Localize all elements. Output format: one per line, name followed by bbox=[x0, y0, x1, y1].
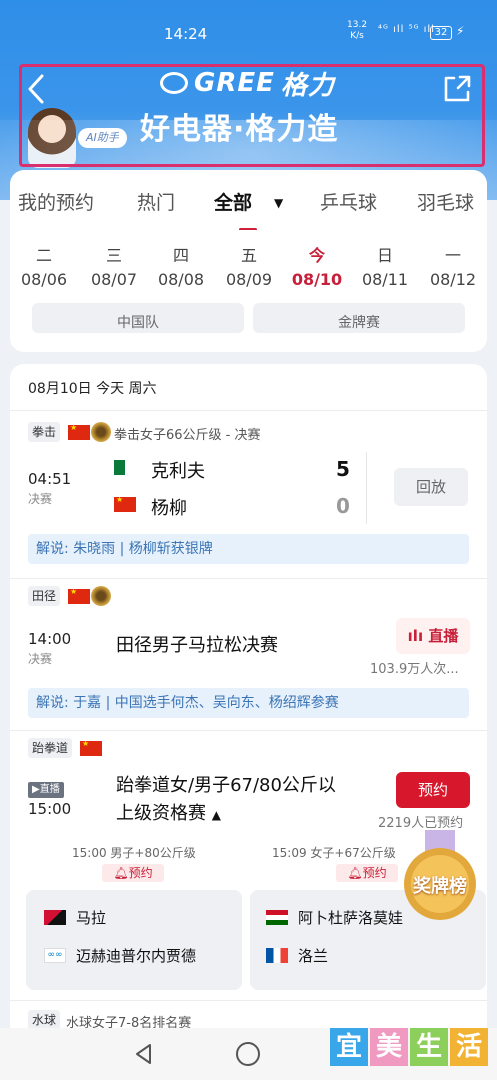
bell-icon: 🔔︎ bbox=[113, 866, 129, 880]
sport-tag: 水球 bbox=[28, 1010, 61, 1030]
charging-icon: ⚡ bbox=[456, 24, 465, 38]
tab-hot[interactable]: 热门 bbox=[137, 188, 175, 215]
date-item[interactable]: 三 08/07 bbox=[84, 242, 144, 289]
gold-medal-icon bbox=[91, 586, 111, 606]
date-item[interactable]: 二 08/06 bbox=[20, 242, 74, 289]
china-flag-icon bbox=[68, 587, 90, 604]
tab-my-reservations[interactable]: 我的预约 bbox=[18, 188, 94, 215]
sub-event-time: 15:00 男子+80公斤级 bbox=[72, 846, 196, 860]
filter-gold-medal[interactable]: 金牌赛 bbox=[253, 303, 465, 333]
live-status-pill: ▶直播 bbox=[28, 782, 64, 798]
date-item-today[interactable]: 今 08/10 bbox=[287, 242, 347, 289]
divider bbox=[10, 730, 487, 731]
network-speed: 13.2 K/s bbox=[347, 20, 368, 41]
watermark-char: 生 bbox=[410, 1028, 448, 1066]
date-strip: 二 08/06 三 08/07 四 08/08 五 08/09 今 08/10 … bbox=[20, 242, 487, 292]
match-list: 08月10日 今天 周六 拳击 拳击女子66公斤级 - 决赛 04:51 决赛 … bbox=[10, 364, 487, 1064]
signal-icon: ⁴ᴳ ıll ⁵ᴳ ıll bbox=[378, 24, 435, 35]
status-bar: 14:24 13.2 K/s ⁴ᴳ ıll ⁵ᴳ ıll 32 ⚡ bbox=[0, 18, 497, 48]
sub-event-time: 15:09 女子+67公斤级 bbox=[272, 846, 396, 860]
live-bars-icon: ılı bbox=[407, 627, 429, 645]
day-header: 08月10日 今天 周六 bbox=[28, 381, 157, 397]
athlete-name: 阿卜杜萨洛莫娃 bbox=[298, 909, 404, 927]
china-flag-icon bbox=[80, 739, 102, 756]
watermark-char: 美 bbox=[370, 1028, 408, 1066]
watermark-char: 宜 bbox=[330, 1028, 368, 1066]
tajikistan-flag-icon bbox=[266, 910, 288, 925]
filter-china-team[interactable]: 中国队 bbox=[32, 303, 244, 333]
date-item[interactable]: 五 08/09 bbox=[219, 242, 279, 289]
reserve-button[interactable]: 预约 bbox=[396, 772, 470, 808]
date-highlight-frame bbox=[19, 64, 485, 167]
match-time: 14:00 bbox=[28, 630, 72, 648]
match-time: 04:51 bbox=[28, 470, 72, 488]
divider bbox=[10, 578, 487, 579]
medal-ranking-button[interactable]: 奖牌榜 bbox=[397, 830, 483, 926]
live-button[interactable]: ılı 直播 bbox=[396, 618, 470, 654]
event-title: 田径男子马拉松决赛 bbox=[116, 635, 278, 656]
event-name: 拳击女子66公斤级 - 决赛 bbox=[114, 428, 261, 443]
active-tab-indicator bbox=[239, 228, 257, 230]
sub-reserve-button[interactable]: 🔔︎预约 bbox=[336, 864, 398, 882]
png-flag-icon bbox=[44, 910, 66, 925]
olympic-rings-icon: ∞∞ bbox=[44, 948, 66, 963]
score-b: 0 bbox=[336, 494, 350, 518]
schedule-filter-card: 我的预约 热门 全部 ▼ 乒乓球 羽毛球 二 08/06 三 08/07 四 0… bbox=[10, 170, 487, 352]
nav-home-button[interactable] bbox=[236, 1042, 260, 1066]
battery-icon: 32 bbox=[430, 26, 452, 40]
event-title-line2[interactable]: 上级资格赛 ▲ bbox=[116, 800, 221, 829]
replay-button[interactable]: 回放 bbox=[394, 468, 468, 506]
gold-medal-icon bbox=[91, 422, 111, 442]
event-title: 跆拳道女/男子67/80公斤以 bbox=[116, 775, 336, 796]
triangle-back-icon bbox=[136, 1044, 151, 1064]
watermark: 宜 美 生 活 bbox=[330, 1028, 488, 1066]
tab-badminton[interactable]: 羽毛球 bbox=[417, 188, 474, 215]
nav-back-button[interactable] bbox=[132, 1042, 156, 1070]
match-state: 决赛 bbox=[28, 652, 53, 666]
sub-reserve-button[interactable]: 🔔︎预约 bbox=[102, 864, 164, 882]
china-flag-icon bbox=[68, 423, 90, 440]
match-time: 15:00 bbox=[28, 800, 72, 818]
tab-table-tennis[interactable]: 乒乓球 bbox=[320, 188, 377, 215]
sport-tag: 拳击 bbox=[28, 422, 61, 442]
date-item[interactable]: 一 08/12 bbox=[423, 242, 483, 289]
athlete-name: 迈赫迪普尔内贾德 bbox=[76, 947, 197, 965]
category-tabs: 我的预约 热门 全部 ▼ 乒乓球 羽毛球 bbox=[10, 170, 487, 230]
caret-down-icon[interactable]: ▼ bbox=[274, 196, 283, 210]
viewer-count: 103.9万人次... bbox=[370, 662, 459, 677]
team-a: 克利夫 bbox=[151, 461, 205, 482]
sub-event-card[interactable]: 马拉 ∞∞ 迈赫迪普尔内贾德 bbox=[26, 890, 242, 990]
team-b: 杨柳 bbox=[151, 498, 187, 519]
sport-tag: 跆拳道 bbox=[28, 738, 73, 758]
reserved-count: 2219人已预约 bbox=[378, 816, 464, 831]
watermark-char: 活 bbox=[450, 1028, 488, 1066]
medal-ranking-label: 奖牌榜 bbox=[413, 876, 467, 897]
china-flag-icon bbox=[114, 495, 136, 512]
divider bbox=[10, 410, 487, 411]
bell-icon: 🔔︎ bbox=[347, 866, 363, 880]
divider bbox=[10, 1000, 487, 1001]
date-item[interactable]: 日 08/11 bbox=[355, 242, 415, 289]
date-item[interactable]: 四 08/08 bbox=[151, 242, 211, 289]
athlete-name: 洛兰 bbox=[298, 947, 329, 965]
divider bbox=[366, 452, 367, 524]
france-flag-icon bbox=[266, 948, 288, 963]
status-time: 14:24 bbox=[164, 25, 208, 43]
match-state: 决赛 bbox=[28, 492, 53, 506]
caret-up-icon: ▲ bbox=[211, 808, 221, 822]
tab-all[interactable]: 全部 bbox=[214, 188, 252, 215]
athlete-name: 马拉 bbox=[76, 909, 107, 927]
commentary-bar[interactable]: 解说: 于嘉 | 中国选手何杰、吴向东、杨绍辉参赛 bbox=[28, 688, 469, 718]
algeria-flag-icon bbox=[114, 460, 136, 475]
commentary-bar[interactable]: 解说: 朱晓雨 | 杨柳斩获银牌 bbox=[28, 534, 469, 564]
sport-tag: 田径 bbox=[28, 586, 61, 606]
score-a: 5 bbox=[336, 457, 350, 481]
